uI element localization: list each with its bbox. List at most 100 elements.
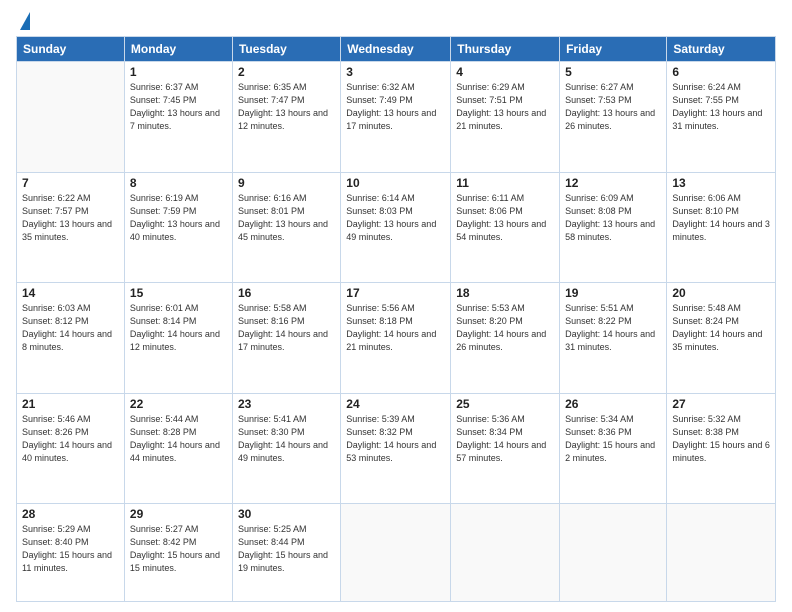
calendar-cell: 1Sunrise: 6:37 AMSunset: 7:45 PMDaylight… bbox=[124, 62, 232, 173]
day-number: 15 bbox=[130, 286, 227, 300]
header bbox=[16, 10, 776, 30]
day-number: 2 bbox=[238, 65, 335, 79]
calendar-cell: 12Sunrise: 6:09 AMSunset: 8:08 PMDayligh… bbox=[560, 172, 667, 283]
day-info: Sunrise: 5:39 AMSunset: 8:32 PMDaylight:… bbox=[346, 413, 445, 465]
calendar-cell: 23 Sunrise: 5:41 AMSunset: 8:30 PMDayligh… bbox=[232, 393, 340, 504]
page: SundayMondayTuesdayWednesdayThursdayFrid… bbox=[0, 0, 792, 612]
day-number: 16 bbox=[238, 286, 335, 300]
day-number: 11 bbox=[456, 176, 554, 190]
logo-triangle-icon bbox=[20, 12, 30, 30]
calendar-header-wednesday: Wednesday bbox=[341, 37, 451, 62]
day-info: Sunrise: 5:53 AMSunset: 8:20 PMDaylight:… bbox=[456, 302, 554, 354]
calendar-cell: 15 Sunrise: 6:01 AMSunset: 8:14 PMDayligh… bbox=[124, 283, 232, 394]
day-info: Sunrise: 5:29 AMSunset: 8:40 PMDaylight:… bbox=[22, 523, 119, 575]
day-number: 10 bbox=[346, 176, 445, 190]
calendar-cell: 19Sunrise: 5:51 AMSunset: 8:22 PMDayligh… bbox=[560, 283, 667, 394]
calendar-cell: 26 Sunrise: 5:34 AMSunset: 8:36 PMDayligh… bbox=[560, 393, 667, 504]
calendar-header-row: SundayMondayTuesdayWednesdayThursdayFrid… bbox=[17, 37, 776, 62]
day-number: 23 bbox=[238, 397, 335, 411]
day-info: Sunrise: 6:11 AMSunset: 8:06 PMDaylight:… bbox=[456, 192, 554, 244]
calendar-cell: 10 Sunrise: 6:14 AMSunset: 8:03 PMDayligh… bbox=[341, 172, 451, 283]
day-info: Sunrise: 6:16 AMSunset: 8:01 PMDaylight:… bbox=[238, 192, 335, 244]
day-info: Sunrise: 6:14 AMSunset: 8:03 PMDaylight:… bbox=[346, 192, 445, 244]
calendar-cell bbox=[341, 504, 451, 602]
calendar-header-friday: Friday bbox=[560, 37, 667, 62]
day-number: 18 bbox=[456, 286, 554, 300]
calendar-week-5: 28 Sunrise: 5:29 AMSunset: 8:40 PMDayligh… bbox=[17, 504, 776, 602]
calendar-cell: 22Sunrise: 5:44 AMSunset: 8:28 PMDayligh… bbox=[124, 393, 232, 504]
calendar-week-4: 21 Sunrise: 5:46 AMSunset: 8:26 PMDayligh… bbox=[17, 393, 776, 504]
day-info: Sunrise: 5:58 AMSunset: 8:16 PMDaylight:… bbox=[238, 302, 335, 354]
calendar-cell: 4 Sunrise: 6:29 AMSunset: 7:51 PMDaylight… bbox=[451, 62, 560, 173]
day-info: Sunrise: 6:01 AMSunset: 8:14 PMDaylight:… bbox=[130, 302, 227, 354]
day-info: Sunrise: 6:29 AMSunset: 7:51 PMDaylight:… bbox=[456, 81, 554, 133]
day-info: Sunrise: 5:44 AMSunset: 8:28 PMDaylight:… bbox=[130, 413, 227, 465]
day-info: Sunrise: 6:22 AMSunset: 7:57 PMDaylight:… bbox=[22, 192, 119, 244]
day-number: 29 bbox=[130, 507, 227, 521]
day-number: 12 bbox=[565, 176, 661, 190]
calendar-cell: 25 Sunrise: 5:36 AMSunset: 8:34 PMDayligh… bbox=[451, 393, 560, 504]
day-info: Sunrise: 6:37 AMSunset: 7:45 PMDaylight:… bbox=[130, 81, 227, 133]
day-info: Sunrise: 5:36 AMSunset: 8:34 PMDaylight:… bbox=[456, 413, 554, 465]
day-number: 24 bbox=[346, 397, 445, 411]
calendar-cell: 8Sunrise: 6:19 AMSunset: 7:59 PMDaylight… bbox=[124, 172, 232, 283]
day-info: Sunrise: 6:32 AMSunset: 7:49 PMDaylight:… bbox=[346, 81, 445, 133]
day-number: 28 bbox=[22, 507, 119, 521]
day-info: Sunrise: 6:27 AMSunset: 7:53 PMDaylight:… bbox=[565, 81, 661, 133]
calendar-cell bbox=[560, 504, 667, 602]
logo bbox=[16, 10, 30, 30]
calendar-cell: 30Sunrise: 5:25 AMSunset: 8:44 PMDayligh… bbox=[232, 504, 340, 602]
day-number: 17 bbox=[346, 286, 445, 300]
day-info: Sunrise: 5:34 AMSunset: 8:36 PMDaylight:… bbox=[565, 413, 661, 465]
day-info: Sunrise: 5:46 AMSunset: 8:26 PMDaylight:… bbox=[22, 413, 119, 465]
calendar-cell: 20 Sunrise: 5:48 AMSunset: 8:24 PMDayligh… bbox=[667, 283, 776, 394]
calendar-header-saturday: Saturday bbox=[667, 37, 776, 62]
calendar-week-2: 7 Sunrise: 6:22 AMSunset: 7:57 PMDaylight… bbox=[17, 172, 776, 283]
calendar-cell bbox=[17, 62, 125, 173]
calendar-header-tuesday: Tuesday bbox=[232, 37, 340, 62]
day-number: 26 bbox=[565, 397, 661, 411]
day-number: 27 bbox=[672, 397, 770, 411]
day-info: Sunrise: 5:41 AMSunset: 8:30 PMDaylight:… bbox=[238, 413, 335, 465]
calendar-cell bbox=[667, 504, 776, 602]
day-info: Sunrise: 5:27 AMSunset: 8:42 PMDaylight:… bbox=[130, 523, 227, 575]
calendar-cell: 11 Sunrise: 6:11 AMSunset: 8:06 PMDayligh… bbox=[451, 172, 560, 283]
calendar-cell: 28 Sunrise: 5:29 AMSunset: 8:40 PMDayligh… bbox=[17, 504, 125, 602]
day-number: 7 bbox=[22, 176, 119, 190]
day-number: 20 bbox=[672, 286, 770, 300]
calendar-cell: 5 Sunrise: 6:27 AMSunset: 7:53 PMDaylight… bbox=[560, 62, 667, 173]
calendar-week-3: 14 Sunrise: 6:03 AMSunset: 8:12 PMDayligh… bbox=[17, 283, 776, 394]
calendar-cell: 3 Sunrise: 6:32 AMSunset: 7:49 PMDaylight… bbox=[341, 62, 451, 173]
day-number: 14 bbox=[22, 286, 119, 300]
day-number: 6 bbox=[672, 65, 770, 79]
calendar-cell: 29 Sunrise: 5:27 AMSunset: 8:42 PMDayligh… bbox=[124, 504, 232, 602]
day-number: 19 bbox=[565, 286, 661, 300]
calendar-week-1: 1Sunrise: 6:37 AMSunset: 7:45 PMDaylight… bbox=[17, 62, 776, 173]
day-number: 4 bbox=[456, 65, 554, 79]
calendar-header-thursday: Thursday bbox=[451, 37, 560, 62]
day-info: Sunrise: 6:06 AMSunset: 8:10 PMDaylight:… bbox=[672, 192, 770, 244]
calendar-cell: 13 Sunrise: 6:06 AMSunset: 8:10 PMDayligh… bbox=[667, 172, 776, 283]
day-info: Sunrise: 5:56 AMSunset: 8:18 PMDaylight:… bbox=[346, 302, 445, 354]
day-info: Sunrise: 6:24 AMSunset: 7:55 PMDaylight:… bbox=[672, 81, 770, 133]
day-number: 9 bbox=[238, 176, 335, 190]
day-info: Sunrise: 5:48 AMSunset: 8:24 PMDaylight:… bbox=[672, 302, 770, 354]
day-number: 3 bbox=[346, 65, 445, 79]
calendar-cell: 21 Sunrise: 5:46 AMSunset: 8:26 PMDayligh… bbox=[17, 393, 125, 504]
day-number: 25 bbox=[456, 397, 554, 411]
calendar-cell: 24 Sunrise: 5:39 AMSunset: 8:32 PMDayligh… bbox=[341, 393, 451, 504]
calendar-header-monday: Monday bbox=[124, 37, 232, 62]
day-info: Sunrise: 5:25 AMSunset: 8:44 PMDaylight:… bbox=[238, 523, 335, 575]
calendar-cell: 14 Sunrise: 6:03 AMSunset: 8:12 PMDayligh… bbox=[17, 283, 125, 394]
day-number: 13 bbox=[672, 176, 770, 190]
calendar-header-sunday: Sunday bbox=[17, 37, 125, 62]
day-info: Sunrise: 5:32 AMSunset: 8:38 PMDaylight:… bbox=[672, 413, 770, 465]
day-number: 21 bbox=[22, 397, 119, 411]
day-number: 5 bbox=[565, 65, 661, 79]
day-info: Sunrise: 6:03 AMSunset: 8:12 PMDaylight:… bbox=[22, 302, 119, 354]
day-info: Sunrise: 6:35 AMSunset: 7:47 PMDaylight:… bbox=[238, 81, 335, 133]
calendar-cell: 9 Sunrise: 6:16 AMSunset: 8:01 PMDaylight… bbox=[232, 172, 340, 283]
calendar-cell bbox=[451, 504, 560, 602]
calendar-cell: 16 Sunrise: 5:58 AMSunset: 8:16 PMDayligh… bbox=[232, 283, 340, 394]
calendar-cell: 7 Sunrise: 6:22 AMSunset: 7:57 PMDaylight… bbox=[17, 172, 125, 283]
